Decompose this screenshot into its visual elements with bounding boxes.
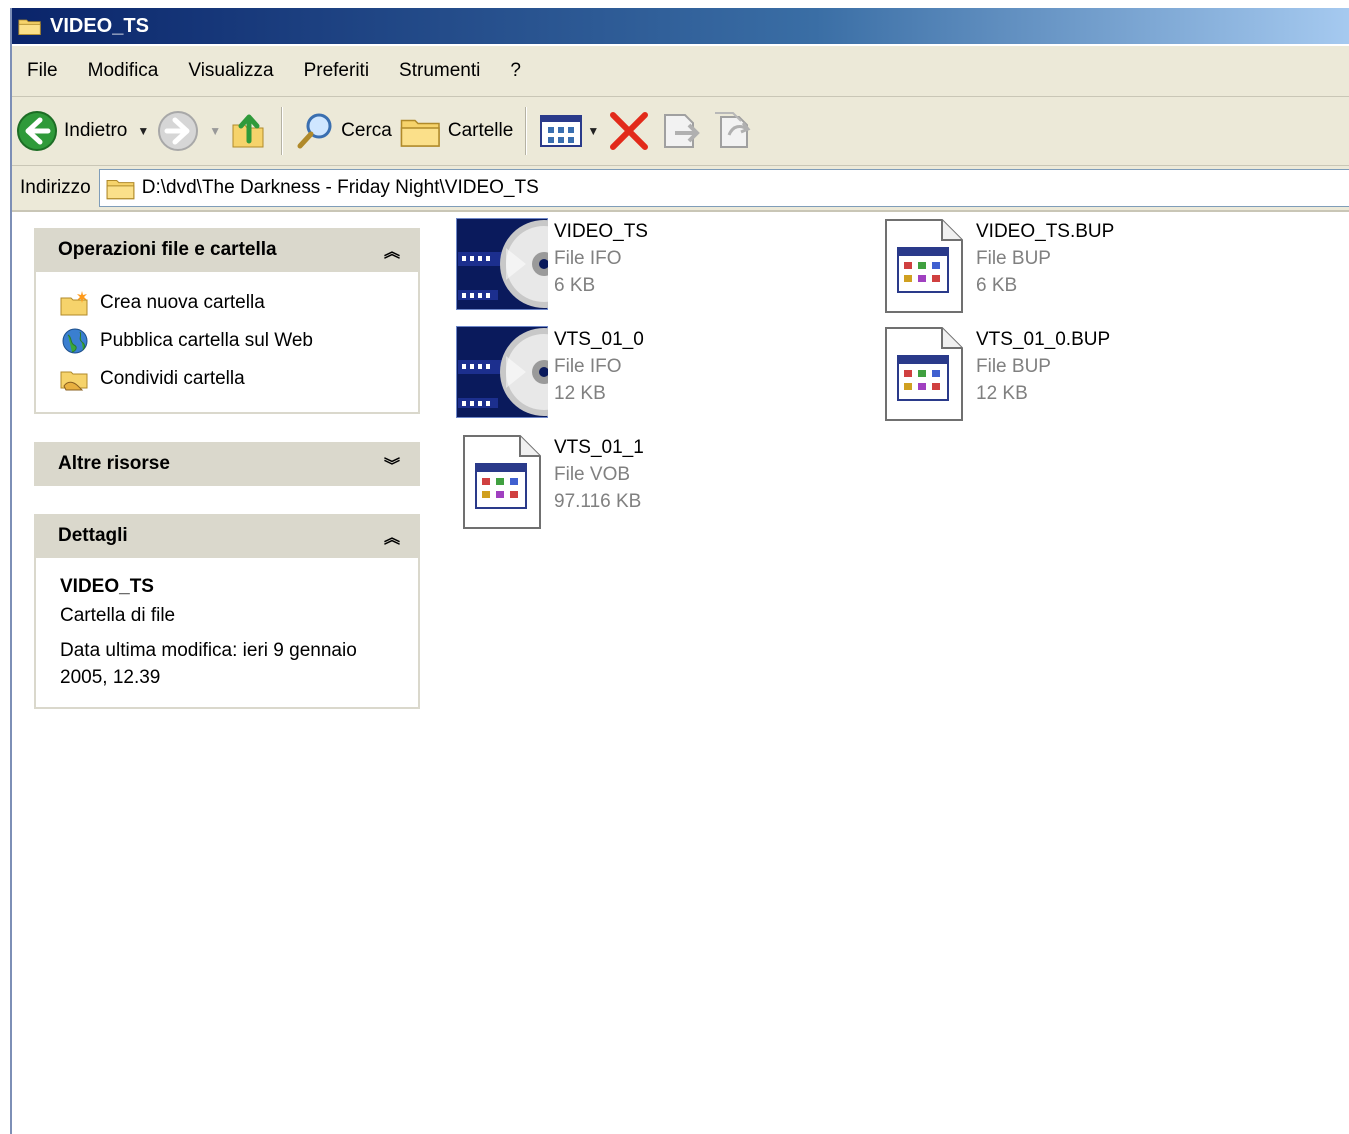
panel-header[interactable]: Operazioni file e cartella ︽ xyxy=(34,228,420,272)
views-button[interactable]: ▼ xyxy=(535,105,603,157)
delete-x-icon xyxy=(610,112,649,150)
address-field[interactable]: D:\dvd\The Darkness - Friday Night\VIDEO… xyxy=(98,169,1349,207)
delete-button[interactable] xyxy=(603,105,655,157)
up-folder-icon xyxy=(232,114,264,148)
folders-button[interactable]: Cartelle xyxy=(396,105,517,157)
file-type: File BUP xyxy=(976,356,1051,377)
panel-body: Crea nuova cartella Pubblica cartella su… xyxy=(34,272,420,414)
task-share-folder[interactable]: Condividi cartella xyxy=(60,360,402,398)
globe-icon xyxy=(62,328,88,354)
file-size: 12 KB xyxy=(554,383,606,404)
details-modified: Data ultima modifica: ieri 9 gennaio 200… xyxy=(60,640,357,688)
address-bar: Indirizzo D:\dvd\The Darkness - Friday N… xyxy=(12,166,1349,212)
file-type: File IFO xyxy=(554,248,622,269)
forward-button[interactable]: ▼ xyxy=(153,105,225,157)
back-button[interactable]: Indietro ▼ xyxy=(12,105,153,157)
chevron-down-icon[interactable]: ▼ xyxy=(587,124,599,138)
file-size: 12 KB xyxy=(976,383,1028,404)
file-size: 6 KB xyxy=(554,275,596,296)
menu-help[interactable]: ? xyxy=(495,60,536,82)
shared-folder-icon xyxy=(60,371,88,391)
task-pane: Operazioni file e cartella ︽ Crea nuova … xyxy=(34,228,420,737)
panel-title: Altre risorse xyxy=(58,453,170,474)
copy-to-icon xyxy=(715,112,751,148)
search-label: Cerca xyxy=(341,120,392,141)
file-name: VIDEO_TS.BUP xyxy=(976,221,1115,242)
file-type: File VOB xyxy=(554,464,631,485)
file-name: VTS_01_1 xyxy=(554,437,644,458)
menu-file[interactable]: File xyxy=(12,60,73,82)
panel-header[interactable]: Dettagli ︽ xyxy=(34,514,420,558)
menu-tools[interactable]: Strumenti xyxy=(384,60,495,82)
file-item[interactable]: VTS_01_0.BUP File BUP 12 KB xyxy=(876,326,1286,422)
file-item[interactable]: VTS_01_1 File VOB 97.116 KB xyxy=(454,434,864,530)
file-size: 6 KB xyxy=(976,275,1018,296)
explorer-window: VIDEO_TS File Modifica Visualizza Prefer… xyxy=(10,8,1349,1134)
file-name: VTS_01_0.BUP xyxy=(976,329,1111,350)
collapse-chevron-icon[interactable]: ︽ xyxy=(384,524,400,548)
details-panel: Dettagli ︽ VIDEO_TS Cartella di file Dat… xyxy=(34,514,420,709)
file-folder-tasks-panel: Operazioni file e cartella ︽ Crea nuova … xyxy=(34,228,420,414)
window-title: VIDEO_TS xyxy=(50,14,149,37)
folders-label: Cartelle xyxy=(447,120,514,141)
menu-edit[interactable]: Modifica xyxy=(73,60,174,82)
task-label: Pubblica cartella sul Web xyxy=(100,330,313,351)
generic-file-icon xyxy=(462,434,542,530)
copy-to-button[interactable] xyxy=(707,105,759,157)
task-label: Crea nuova cartella xyxy=(100,292,265,313)
address-path[interactable]: D:\dvd\The Darkness - Friday Night\VIDEO… xyxy=(142,177,539,199)
collapse-chevron-icon[interactable]: ︽ xyxy=(384,238,400,262)
file-type: File BUP xyxy=(976,248,1051,269)
title-bar[interactable]: VIDEO_TS xyxy=(12,8,1349,44)
file-size: 97.116 KB xyxy=(554,491,642,512)
back-label: Indietro xyxy=(64,120,128,141)
details-name: VIDEO_TS xyxy=(60,576,154,597)
generic-file-icon xyxy=(884,326,964,422)
file-type: File IFO xyxy=(554,356,622,377)
menu-favorites[interactable]: Preferiti xyxy=(289,60,384,82)
file-item[interactable]: VIDEO_TS.BUP File BUP 6 KB xyxy=(876,218,1286,314)
toolbar-separator xyxy=(525,107,528,155)
dvd-ifo-icon xyxy=(456,326,548,418)
folders-icon xyxy=(400,113,442,149)
dvd-ifo-icon xyxy=(456,218,548,310)
chevron-down-icon[interactable]: ▼ xyxy=(209,124,221,138)
folder-icon xyxy=(106,176,136,200)
file-name: VIDEO_TS xyxy=(554,221,648,242)
task-new-folder[interactable]: Crea nuova cartella xyxy=(60,284,402,322)
task-publish-web[interactable]: Pubblica cartella sul Web xyxy=(60,322,402,360)
search-icon xyxy=(297,113,332,149)
panel-body: VIDEO_TS Cartella di file Data ultima mo… xyxy=(34,558,420,709)
move-to-icon xyxy=(664,114,701,148)
task-label: Condividi cartella xyxy=(100,368,245,389)
file-item[interactable]: VTS_01_0 File IFO 12 KB xyxy=(454,326,864,422)
search-button[interactable]: Cerca xyxy=(291,105,396,157)
other-places-panel: Altre risorse ︾ xyxy=(34,442,420,486)
back-arrow-icon xyxy=(17,111,57,151)
forward-arrow-icon xyxy=(158,111,199,151)
up-folder-button[interactable] xyxy=(225,105,273,157)
panel-header[interactable]: Altre risorse ︾ xyxy=(34,442,420,486)
file-item[interactable]: VIDEO_TS File IFO 6 KB xyxy=(454,218,864,314)
details-type: Cartella di file xyxy=(60,605,176,626)
menu-bar: File Modifica Visualizza Preferiti Strum… xyxy=(12,46,1349,97)
chevron-down-icon[interactable]: ▼ xyxy=(137,124,149,138)
address-label: Indirizzo xyxy=(20,177,91,198)
folder-icon xyxy=(18,16,42,36)
toolbar: Indietro ▼ ▼ Cerca Cartelle ▼ xyxy=(12,97,1349,166)
menu-view[interactable]: Visualizza xyxy=(173,60,288,82)
panel-title: Operazioni file e cartella xyxy=(58,239,277,260)
move-to-button[interactable] xyxy=(655,105,707,157)
panel-title: Dettagli xyxy=(58,525,128,546)
expand-chevron-icon[interactable]: ︾ xyxy=(384,452,400,476)
views-icon xyxy=(540,115,583,147)
toolbar-separator xyxy=(281,107,284,155)
generic-file-icon xyxy=(884,218,964,314)
new-folder-icon xyxy=(60,291,88,316)
file-name: VTS_01_0 xyxy=(554,329,644,350)
